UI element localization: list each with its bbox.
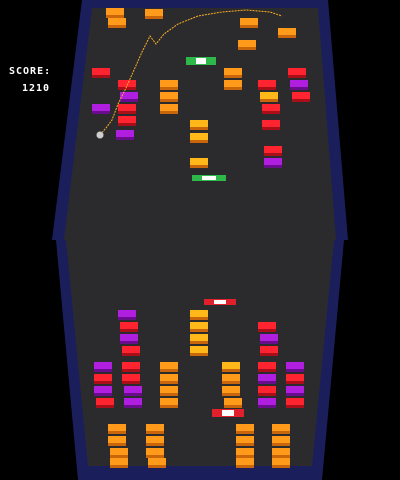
brick <box>260 346 278 356</box>
bottom-paddle-1[interactable] <box>204 299 236 305</box>
brick <box>190 120 208 130</box>
brick <box>146 424 164 434</box>
brick <box>124 386 142 396</box>
brick <box>190 334 208 344</box>
brick <box>92 68 110 78</box>
brick <box>286 386 304 396</box>
brick <box>145 9 163 19</box>
brick <box>160 386 178 396</box>
brick <box>272 458 290 468</box>
bottom-arena <box>56 240 344 480</box>
brick <box>118 310 136 320</box>
brick <box>108 18 126 28</box>
brick <box>236 436 254 446</box>
brick <box>160 374 178 384</box>
brick <box>94 374 112 384</box>
brick <box>110 448 128 458</box>
brick <box>190 310 208 320</box>
brick <box>120 92 138 102</box>
brick <box>258 80 276 90</box>
brick <box>286 374 304 384</box>
score-label: SCORE: <box>9 66 52 77</box>
brick <box>118 116 136 126</box>
brick <box>222 362 240 372</box>
brick <box>122 374 140 384</box>
brick <box>222 374 240 384</box>
brick <box>92 104 110 114</box>
brick <box>290 80 308 90</box>
brick <box>146 448 164 458</box>
brick <box>260 92 278 102</box>
brick <box>118 104 136 114</box>
brick <box>260 334 278 344</box>
game-board[interactable] <box>0 0 400 480</box>
brick <box>272 448 290 458</box>
brick <box>258 374 276 384</box>
brick <box>240 18 258 28</box>
brick <box>120 322 138 332</box>
brick <box>236 424 254 434</box>
brick <box>286 362 304 372</box>
brick <box>190 346 208 356</box>
brick <box>110 458 128 468</box>
brick <box>258 398 276 408</box>
brick <box>146 436 164 446</box>
brick <box>160 362 178 372</box>
brick <box>286 398 304 408</box>
brick <box>108 436 126 446</box>
brick <box>160 92 178 102</box>
brick <box>120 334 138 344</box>
brick <box>224 68 242 78</box>
brick <box>190 133 208 143</box>
brick <box>238 40 256 50</box>
brick <box>106 8 124 18</box>
brick <box>94 362 112 372</box>
brick <box>258 322 276 332</box>
brick <box>236 448 254 458</box>
brick <box>148 458 166 468</box>
ball <box>96 131 104 139</box>
brick <box>124 398 142 408</box>
top-paddle-2[interactable] <box>192 175 226 181</box>
brick <box>278 28 296 38</box>
brick <box>236 458 254 468</box>
brick <box>272 436 290 446</box>
brick <box>222 386 240 396</box>
bottom-paddle-2[interactable] <box>212 409 244 417</box>
brick <box>262 120 280 130</box>
brick <box>292 92 310 102</box>
brick <box>122 346 140 356</box>
brick <box>108 424 126 434</box>
brick <box>94 386 112 396</box>
brick <box>262 104 280 114</box>
brick <box>258 362 276 372</box>
score-value: 1210 <box>22 83 51 94</box>
brick <box>258 386 276 396</box>
brick <box>272 424 290 434</box>
brick <box>190 158 208 168</box>
brick <box>190 322 208 332</box>
top-paddle-1[interactable] <box>186 57 216 65</box>
brick <box>224 398 242 408</box>
brick <box>160 104 178 114</box>
brick <box>96 398 114 408</box>
brick <box>116 130 134 140</box>
brick <box>160 80 178 90</box>
brick <box>264 146 282 156</box>
brick <box>122 362 140 372</box>
brick <box>224 80 242 90</box>
brick <box>160 398 178 408</box>
brick <box>288 68 306 78</box>
brick <box>264 158 282 168</box>
